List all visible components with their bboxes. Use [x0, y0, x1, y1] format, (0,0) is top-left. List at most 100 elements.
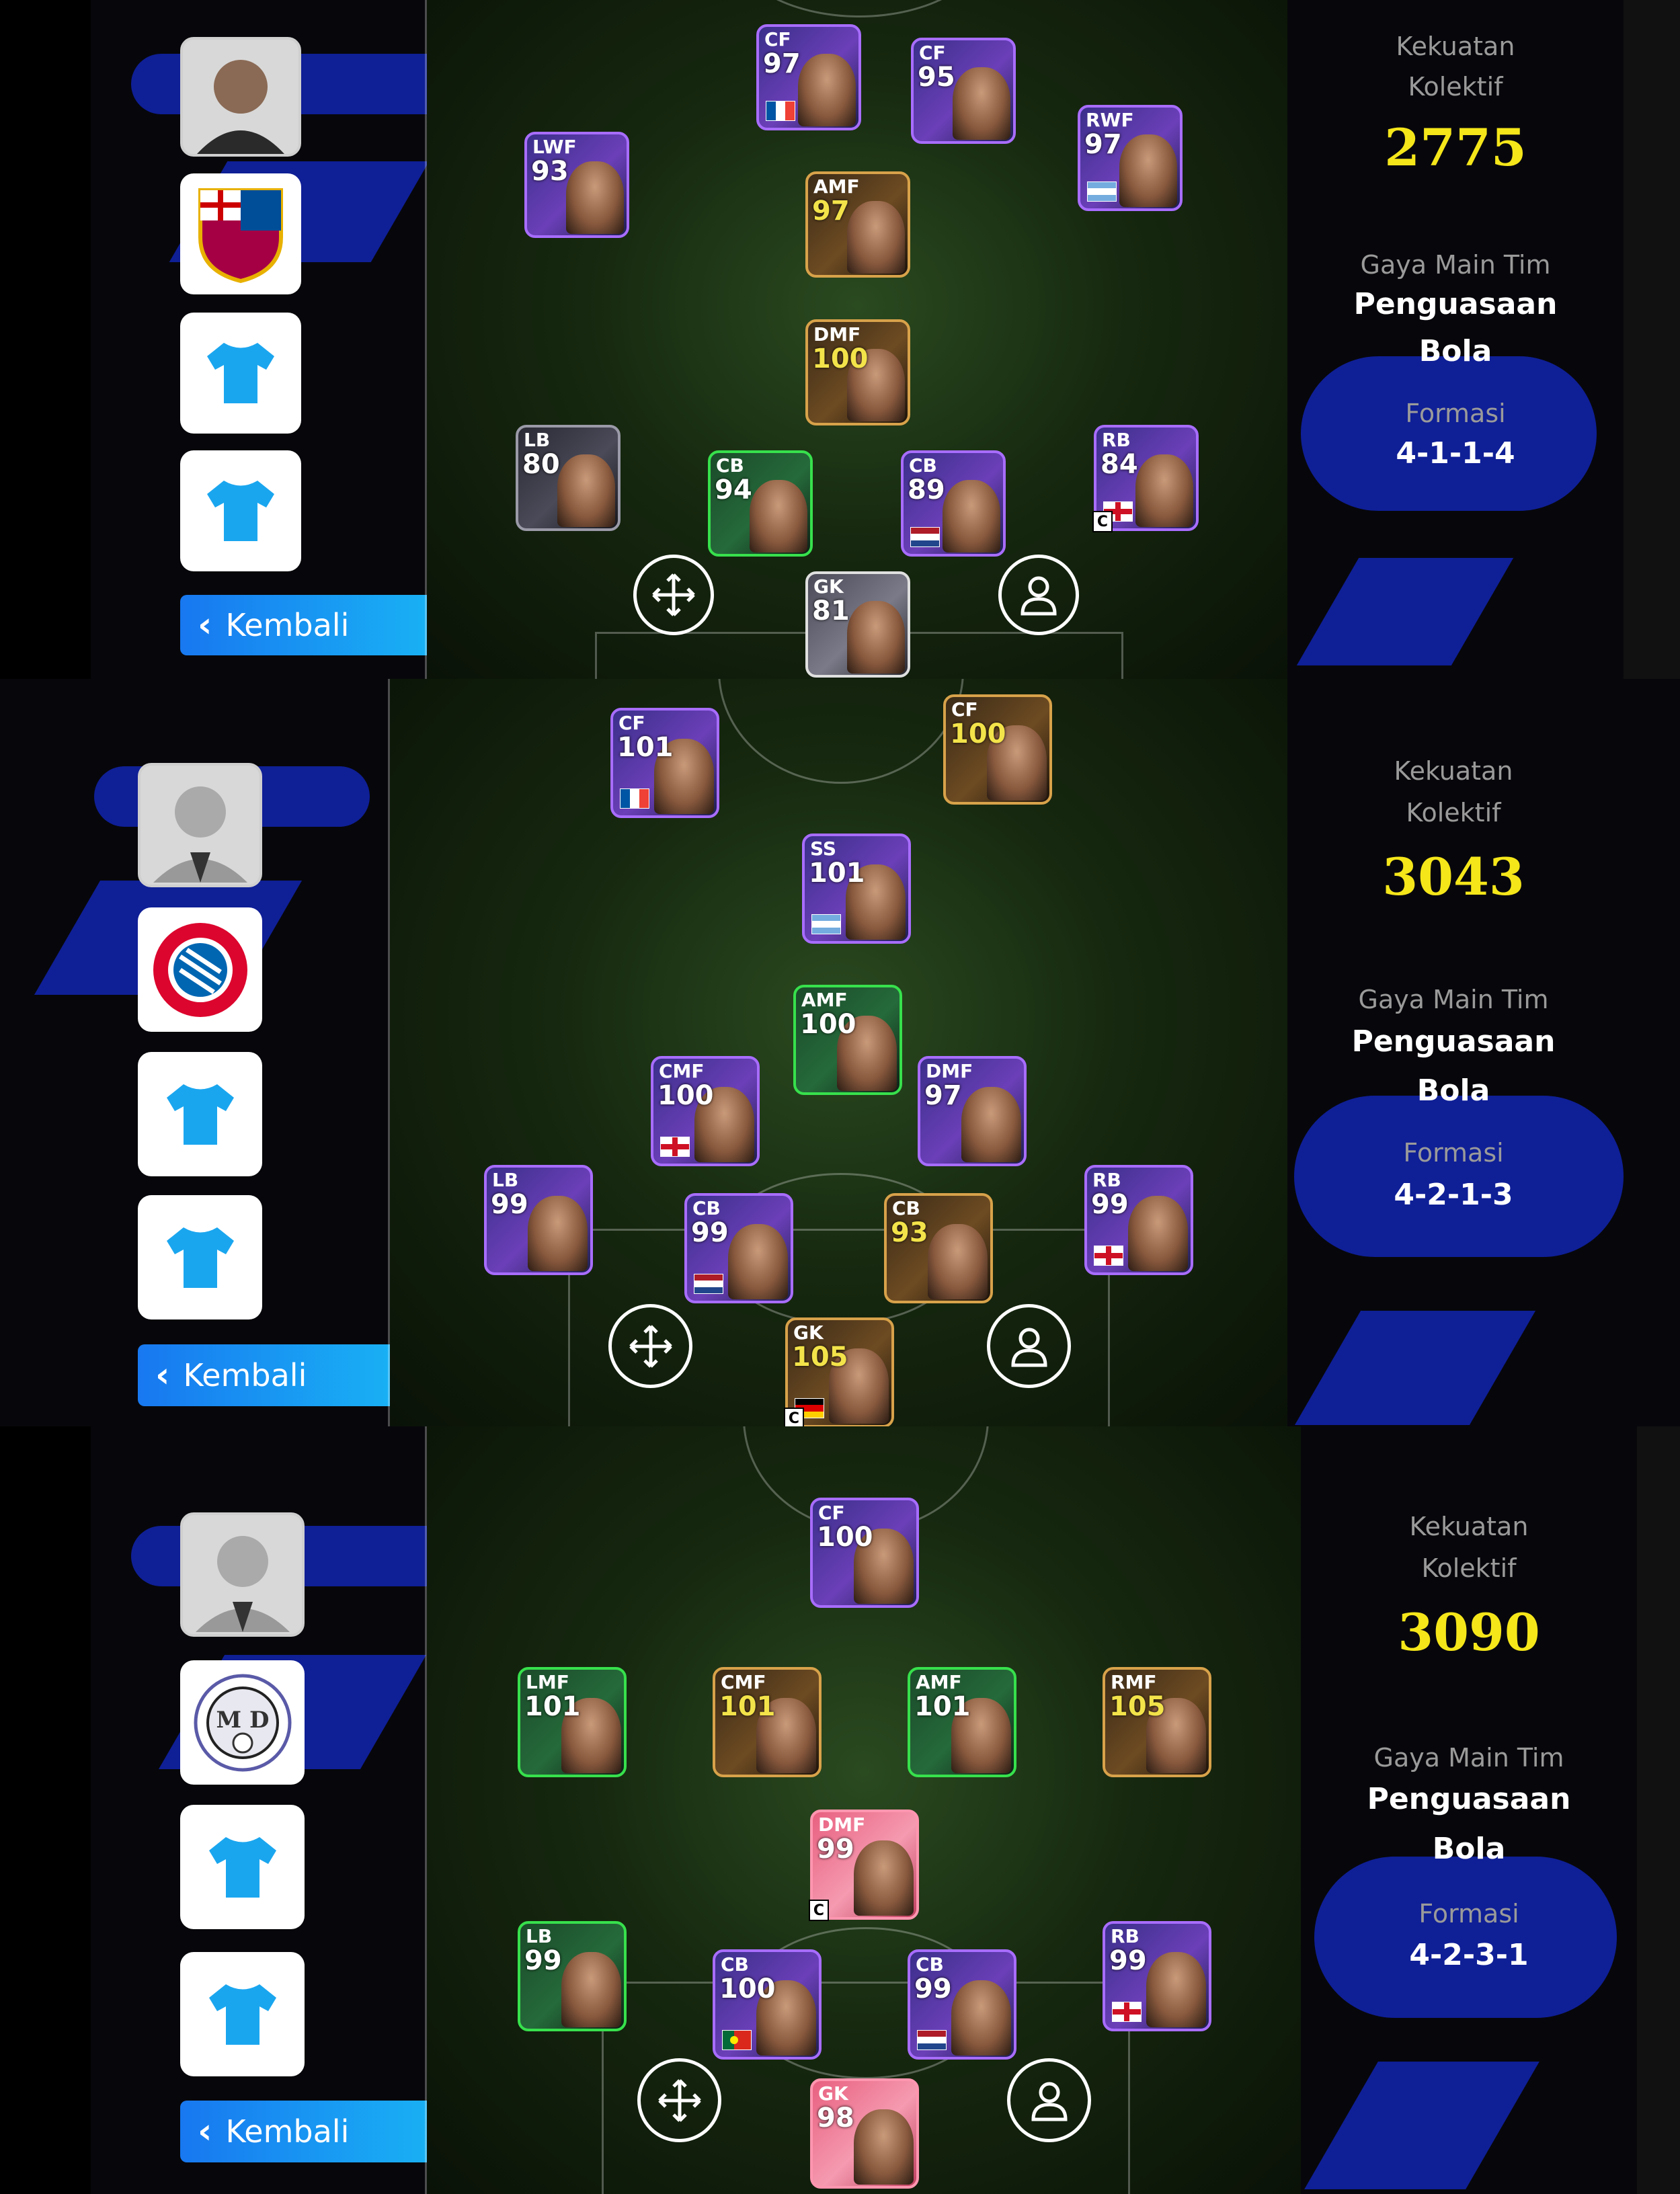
player-rating: 101 [914, 1691, 971, 1722]
player-card-cb[interactable]: CB 99 [684, 1193, 793, 1303]
move-icon[interactable] [633, 555, 714, 635]
player-card-dmf[interactable]: DMF 97 [918, 1056, 1027, 1166]
player-card-amf[interactable]: AMF 100 [793, 985, 902, 1095]
player-position: LWF [532, 136, 577, 158]
formation-label: Formasi [1403, 1138, 1504, 1168]
player-card-amf[interactable]: AMF 97 [805, 171, 910, 278]
style-label: Gaya Main Tim [1360, 250, 1551, 280]
player-position: CB [909, 454, 937, 477]
team-strength: 3043 [1382, 847, 1525, 907]
player-card-rb[interactable]: RB 99 [1103, 1921, 1211, 2031]
player-photo [750, 480, 807, 553]
player-position: CB [721, 1953, 749, 1976]
team-crest-bayern[interactable] [138, 907, 262, 1032]
player-card-cmf[interactable]: CMF 100 [651, 1056, 760, 1166]
back-button[interactable]: ‹ Kembali [138, 1344, 426, 1406]
player-rating: 89 [908, 475, 945, 505]
team-crest-club-md[interactable]: M D [180, 1660, 305, 1785]
away-kit[interactable] [138, 1195, 262, 1319]
player-rating: 100 [719, 1974, 776, 2004]
player-position: GK [793, 1322, 824, 1344]
team-summary: Kekuatan Kolektif 3090 Gaya Main Tim Pen… [1301, 1426, 1637, 2194]
player-card-cb[interactable]: CB 89 [901, 450, 1006, 557]
player-rating: 100 [800, 1009, 856, 1040]
england-flag-icon [1094, 1246, 1123, 1266]
player-photo [847, 601, 905, 674]
chevron-left-icon: ‹ [198, 2111, 212, 2152]
manager-avatar[interactable] [180, 1512, 305, 1637]
player-rating: 99 [491, 1189, 528, 1220]
player-photo [557, 454, 615, 527]
player-position: RB [1102, 429, 1131, 451]
player-rating: 100 [817, 1522, 873, 1553]
player-profile-icon[interactable] [987, 1304, 1071, 1388]
player-card-gk[interactable]: GK 98 [810, 2078, 919, 2189]
player-position: CB [916, 1953, 944, 1976]
player-card-rmf[interactable]: RMF 105 [1103, 1667, 1211, 1777]
home-kit[interactable] [180, 1805, 305, 1929]
move-icon[interactable] [608, 1304, 692, 1388]
player-card-cb[interactable]: CB 94 [708, 450, 813, 557]
player-position: CB [892, 1197, 920, 1219]
france-flag-icon [766, 101, 795, 121]
player-card-amf[interactable]: AMF 101 [908, 1667, 1016, 1777]
away-kit[interactable] [180, 450, 301, 571]
player-position: CF [818, 1502, 845, 1524]
player-card-cb[interactable]: CB 93 [884, 1193, 993, 1303]
player-position: LB [524, 429, 551, 451]
back-button[interactable]: ‹ Kembali [180, 2101, 463, 2162]
team-crest-barcelona[interactable] [180, 173, 301, 294]
player-rating: 100 [657, 1080, 714, 1111]
player-rating: 99 [1091, 1189, 1129, 1220]
captain-badge: C [784, 1408, 804, 1426]
player-rating: 99 [1109, 1945, 1147, 1976]
player-card-gk[interactable]: GK 81 [805, 571, 910, 678]
move-icon[interactable] [637, 2058, 721, 2142]
player-card-lmf[interactable]: LMF 101 [518, 1667, 627, 1777]
back-button[interactable]: ‹ Kembali [180, 595, 459, 655]
player-card-ss[interactable]: SS 101 [802, 834, 911, 944]
player-rating: 101 [809, 858, 865, 889]
france-flag-icon [620, 788, 649, 809]
player-position: CB [692, 1197, 721, 1219]
captain-badge: C [809, 1900, 829, 1921]
player-card-rb[interactable]: RB 99 [1084, 1165, 1193, 1275]
player-photo [1127, 1195, 1188, 1271]
player-card-lb[interactable]: LB 99 [518, 1921, 627, 2031]
chevron-left-icon: ‹ [198, 605, 212, 645]
player-photo [561, 1951, 621, 2027]
player-card-cf[interactable]: CF 97 [756, 24, 861, 130]
player-card-rwf[interactable]: RWF 97 [1078, 105, 1183, 211]
player-card-cf[interactable]: CF 101 [610, 708, 719, 818]
player-card-cmf[interactable]: CMF 101 [713, 1667, 822, 1777]
player-card-lwf[interactable]: LWF 93 [524, 132, 629, 238]
player-card-cf[interactable]: CF 100 [810, 1498, 919, 1608]
player-rating: 99 [691, 1217, 729, 1248]
player-profile-icon[interactable] [1007, 2058, 1091, 2142]
player-position: RWF [1086, 109, 1134, 131]
player-card-cb[interactable]: CB 100 [713, 1949, 822, 2060]
argentina-flag-icon [811, 914, 841, 934]
manager-avatar[interactable] [138, 763, 262, 887]
style-value: Penguasaan [1367, 1782, 1571, 1816]
team-summary: Kekuatan Kolektif 2775 Gaya Main Tim Pen… [1287, 0, 1624, 679]
player-rating: 94 [715, 475, 752, 505]
player-card-cb[interactable]: CB 99 [908, 1949, 1016, 2060]
player-card-lb[interactable]: LB 99 [484, 1165, 593, 1275]
player-card-dmf[interactable]: DMF 100 [805, 319, 910, 425]
player-photo [853, 2109, 914, 2185]
player-rating: 99 [524, 1945, 562, 1976]
player-position: GK [818, 2082, 848, 2105]
player-card-cf[interactable]: CF 100 [943, 694, 1052, 805]
manager-avatar[interactable] [180, 37, 301, 157]
home-kit[interactable] [138, 1052, 262, 1176]
player-card-cf[interactable]: CF 95 [911, 38, 1016, 144]
player-rating: 93 [531, 156, 569, 187]
away-kit[interactable] [180, 1952, 305, 2076]
player-rating: 100 [950, 719, 1006, 749]
player-rating: 101 [524, 1691, 581, 1722]
player-profile-icon[interactable] [998, 555, 1079, 635]
player-card-lb[interactable]: LB 80 [516, 425, 621, 531]
style-value: Bola [1416, 1073, 1490, 1108]
home-kit[interactable] [180, 313, 301, 434]
